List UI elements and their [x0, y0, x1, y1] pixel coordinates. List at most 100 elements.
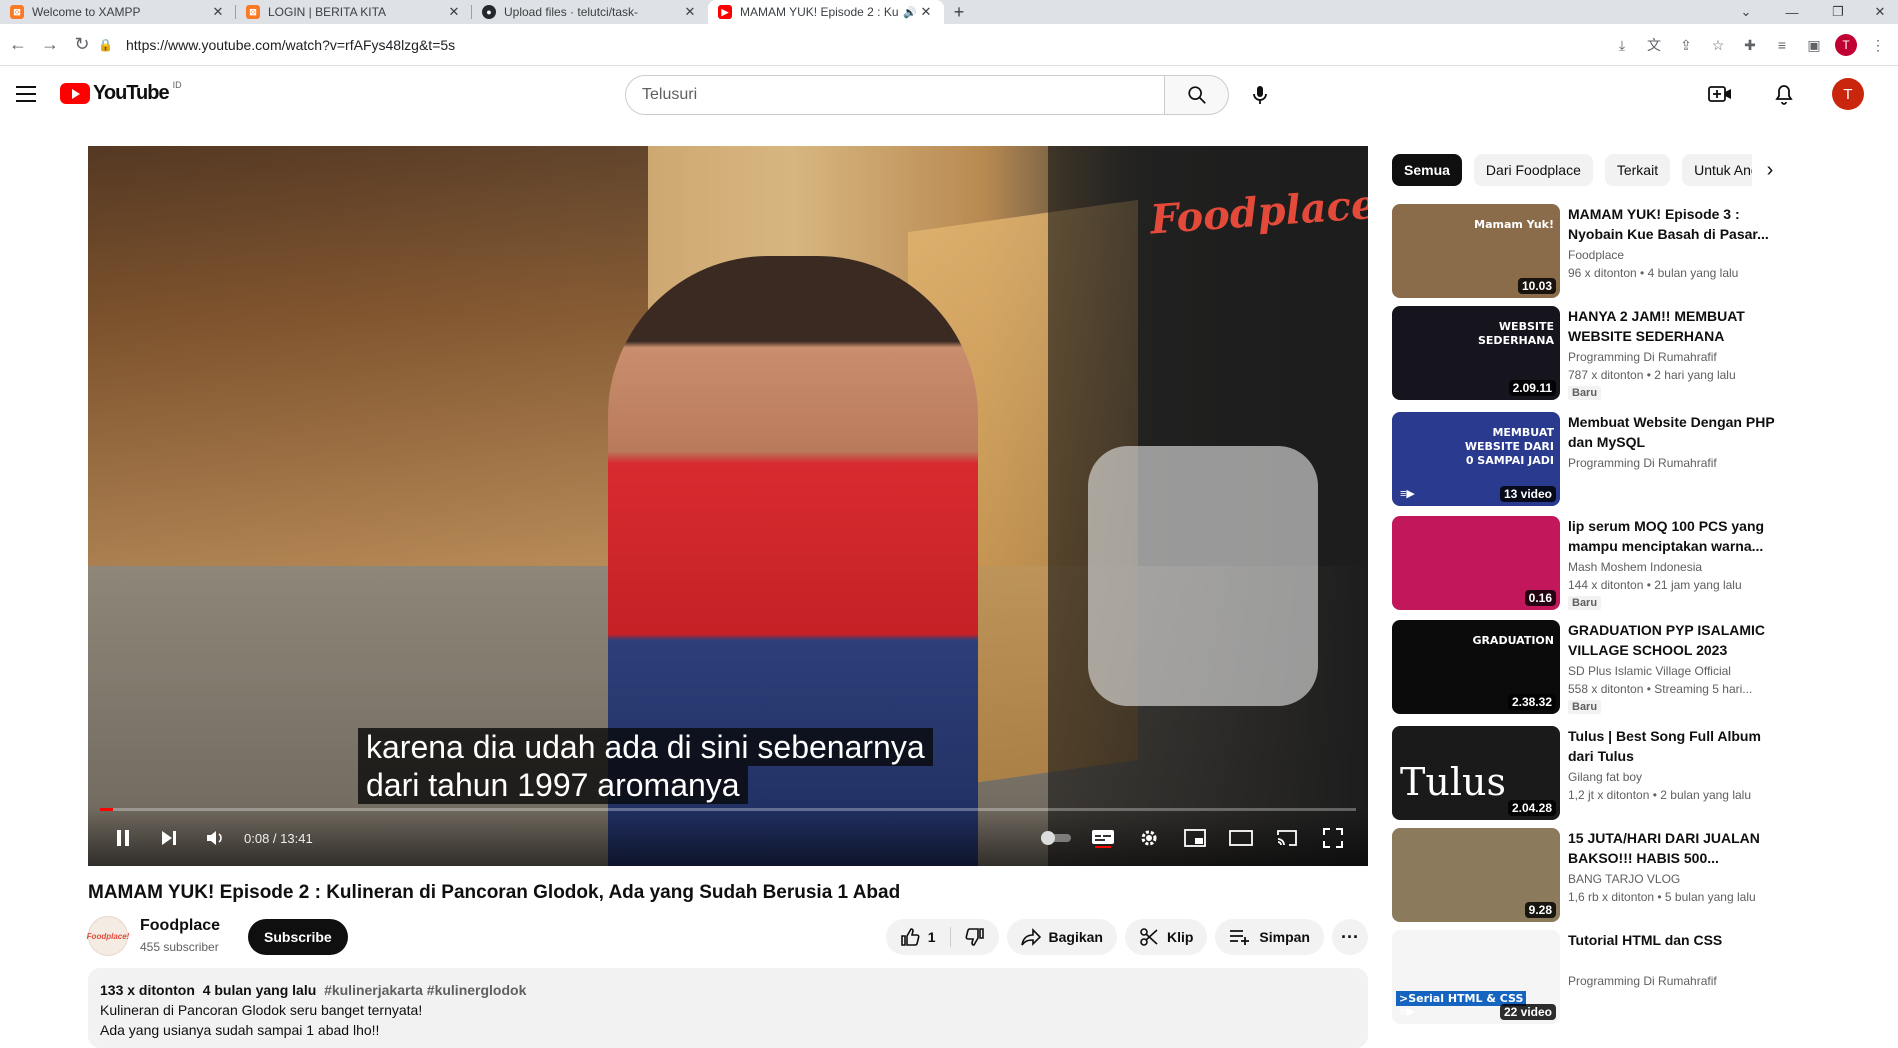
recommendation-thumbnail[interactable]: 9.28 — [1392, 828, 1560, 922]
profile-avatar[interactable]: T — [1830, 29, 1862, 61]
tab-search-icon[interactable]: ⌄ — [1728, 0, 1764, 24]
account-avatar-button[interactable]: T — [1828, 74, 1868, 114]
recommendation-thumbnail[interactable]: MEMBUAT WEBSITE DARI 0 SAMPAI JADI ≡▶ 13 v… — [1392, 412, 1560, 506]
search-input[interactable]: Telusuri — [625, 75, 1165, 115]
install-app-icon[interactable]: ⤓ — [1606, 29, 1638, 61]
forward-button[interactable]: → — [34, 29, 66, 61]
recommendation-channel[interactable]: Programming Di Rumahrafif — [1568, 350, 1782, 364]
minimize-button[interactable]: — — [1774, 0, 1810, 24]
close-tab-icon[interactable]: ✕ — [682, 4, 698, 20]
recommendation-title[interactable]: HANYA 2 JAM!! MEMBUAT WEBSITE SEDERHANA … — [1568, 306, 1782, 346]
notifications-button[interactable] — [1764, 74, 1804, 114]
reload-button[interactable]: ↻ — [66, 29, 98, 61]
recommendation-item[interactable]: GRADUATION 2.38.32 GRADUATION PYP ISALAMIC… — [1392, 620, 1782, 714]
recommendation-item[interactable]: 0.16 lip serum MOQ 100 PCS yang mampu men… — [1392, 516, 1782, 610]
clip-button[interactable]: Klip — [1124, 919, 1208, 955]
more-actions-button[interactable]: ··· — [1332, 919, 1368, 955]
recommendation-title[interactable]: lip serum MOQ 100 PCS yang mampu mencipt… — [1568, 516, 1782, 556]
country-code: ID — [172, 79, 182, 90]
description-box[interactable]: 133 x ditonton 4 bulan yang lalu #kuline… — [88, 968, 1368, 1048]
save-button[interactable]: Simpan — [1215, 919, 1324, 955]
close-window-button[interactable]: ✕ — [1862, 0, 1898, 24]
recommendation-title[interactable]: 15 JUTA/HARI DARI JUALAN BAKSO!!! HABIS … — [1568, 828, 1782, 868]
recommendation-item[interactable]: 9.28 15 JUTA/HARI DARI JUALAN BAKSO!!! HA… — [1392, 828, 1782, 922]
video-player[interactable]: Foodplace! karena dia udah ada di sini s… — [88, 146, 1368, 866]
settings-button[interactable] — [1126, 820, 1172, 856]
close-tab-icon[interactable]: ✕ — [446, 4, 462, 20]
media-control-icon[interactable]: ≡ — [1766, 29, 1798, 61]
recommendation-channel[interactable]: Mash Moshem Indonesia — [1568, 560, 1782, 574]
close-tab-icon[interactable]: ✕ — [918, 4, 934, 20]
miniplayer-button[interactable] — [1172, 820, 1218, 856]
recommendation-title[interactable]: MAMAM YUK! Episode 3 : Nyobain Kue Basah… — [1568, 204, 1782, 244]
duration-badge: 9.28 — [1524, 902, 1556, 918]
recommendation-title[interactable]: Tulus | Best Song Full Album dari Tulus — [1568, 726, 1782, 766]
recommendation-title[interactable]: GRADUATION PYP ISALAMIC VILLAGE SCHOOL 2… — [1568, 620, 1782, 660]
recommendation-item[interactable]: Tulus 2.04.28 Tulus | Best Song Full Album… — [1392, 726, 1782, 820]
browser-tab[interactable]: ● Upload files · telutci/task- ✕ — [472, 0, 708, 24]
recommendation-title[interactable]: Membuat Website Dengan PHP dan MySQL — [1568, 412, 1782, 452]
browser-menu-icon[interactable]: ⋮ — [1862, 29, 1894, 61]
volume-button[interactable] — [192, 820, 238, 856]
cast-button[interactable] — [1264, 820, 1310, 856]
recommendation-channel[interactable]: SD Plus Islamic Village Official — [1568, 664, 1782, 678]
recommendation-thumbnail[interactable]: Tulus 2.04.28 — [1392, 726, 1560, 820]
subscribe-button[interactable]: Subscribe — [248, 919, 348, 955]
chip-from-channel[interactable]: Dari Foodplace — [1473, 154, 1593, 186]
new-tab-button[interactable]: + — [944, 0, 974, 24]
channel-name[interactable]: Foodplace — [140, 917, 220, 935]
speaker-icon[interactable]: 🔊 — [902, 6, 918, 19]
recommendation-channel[interactable]: Foodplace — [1568, 248, 1782, 262]
channel-avatar[interactable]: Foodplace! — [87, 916, 129, 956]
recommendation-item[interactable]: MEMBUAT WEBSITE DARI 0 SAMPAI JADI ≡▶ 13 v… — [1392, 412, 1782, 506]
theater-mode-icon — [1229, 830, 1253, 846]
bookmark-star-icon[interactable]: ☆ — [1702, 29, 1734, 61]
progress-bar[interactable] — [100, 808, 1356, 811]
recommendation-thumbnail[interactable]: GRADUATION 2.38.32 — [1392, 620, 1560, 714]
create-video-button[interactable] — [1700, 74, 1740, 114]
share-button[interactable]: Bagikan — [1006, 919, 1117, 955]
recommendation-item[interactable]: Mamam Yuk! 10.03 MAMAM YUK! Episode 3 : Ny… — [1392, 204, 1782, 298]
recommendation-channel[interactable]: BANG TARJO VLOG — [1568, 872, 1782, 886]
recommendation-title[interactable]: Tutorial HTML dan CSS — [1568, 930, 1782, 950]
close-tab-icon[interactable]: ✕ — [210, 4, 226, 20]
address-bar[interactable]: 🔒 https://www.youtube.com/watch?v=rfAFys… — [98, 29, 1598, 61]
voice-search-button[interactable] — [1240, 75, 1280, 115]
side-panel-icon[interactable]: ▣ — [1798, 29, 1830, 61]
chevron-right-icon: › — [1766, 158, 1774, 181]
recommendation-thumbnail[interactable]: 0.16 — [1392, 516, 1560, 610]
browser-tab[interactable]: ⊠ LOGIN | BERITA KITA ✕ — [236, 0, 472, 24]
recommendation-thumbnail[interactable]: WEBSITE SEDERHANA 2.09.11 — [1392, 306, 1560, 400]
browser-tab-active[interactable]: ▶ MAMAM YUK! Episode 2 : Ku 🔊 ✕ — [708, 0, 944, 24]
recommendation-channel[interactable]: Programming Di Rumahrafif — [1568, 456, 1782, 470]
fullscreen-button[interactable] — [1310, 820, 1356, 856]
pause-button[interactable] — [100, 820, 146, 856]
recommendation-item[interactable]: >Serial HTML & CSS ≡▶ 22 video Tutorial HTM… — [1392, 930, 1782, 1024]
theater-mode-button[interactable] — [1218, 820, 1264, 856]
recommendation-channel[interactable]: Gilang fat boy — [1568, 770, 1782, 784]
view-count: 133 x ditonton — [100, 982, 195, 998]
extensions-icon[interactable]: ✚ — [1734, 29, 1766, 61]
next-button[interactable] — [146, 820, 192, 856]
back-button[interactable]: ← — [2, 29, 34, 61]
search-button[interactable] — [1165, 75, 1229, 115]
restore-button[interactable]: ❐ — [1820, 0, 1856, 24]
menu-icon[interactable] — [12, 80, 40, 108]
chips-next-button[interactable]: › — [1752, 154, 1788, 186]
like-button[interactable]: 1 — [886, 919, 950, 955]
subtitles-button[interactable] — [1080, 820, 1126, 856]
youtube-logo[interactable]: YouTube ID — [60, 79, 182, 105]
recommendation-thumbnail[interactable]: >Serial HTML & CSS ≡▶ 22 video — [1392, 930, 1560, 1024]
recommendation-thumbnail[interactable]: Mamam Yuk! 10.03 — [1392, 204, 1560, 298]
share-icon[interactable]: ⇪ — [1670, 29, 1702, 61]
translate-icon[interactable]: 文 — [1638, 29, 1670, 61]
dislike-button[interactable] — [951, 919, 999, 955]
chip-related[interactable]: Terkait — [1604, 154, 1671, 186]
chip-all[interactable]: Semua — [1392, 154, 1462, 186]
autoplay-toggle[interactable] — [1034, 820, 1080, 856]
hashtags[interactable]: #kulinerjakarta #kulinerglodok — [324, 982, 526, 998]
recommendation-channel[interactable]: Programming Di Rumahrafif — [1568, 974, 1782, 988]
browser-tab[interactable]: ⊠ Welcome to XAMPP ✕ — [0, 0, 236, 24]
microphone-icon — [1253, 86, 1267, 104]
recommendation-item[interactable]: WEBSITE SEDERHANA 2.09.11 HANYA 2 JAM!! ME… — [1392, 306, 1782, 400]
